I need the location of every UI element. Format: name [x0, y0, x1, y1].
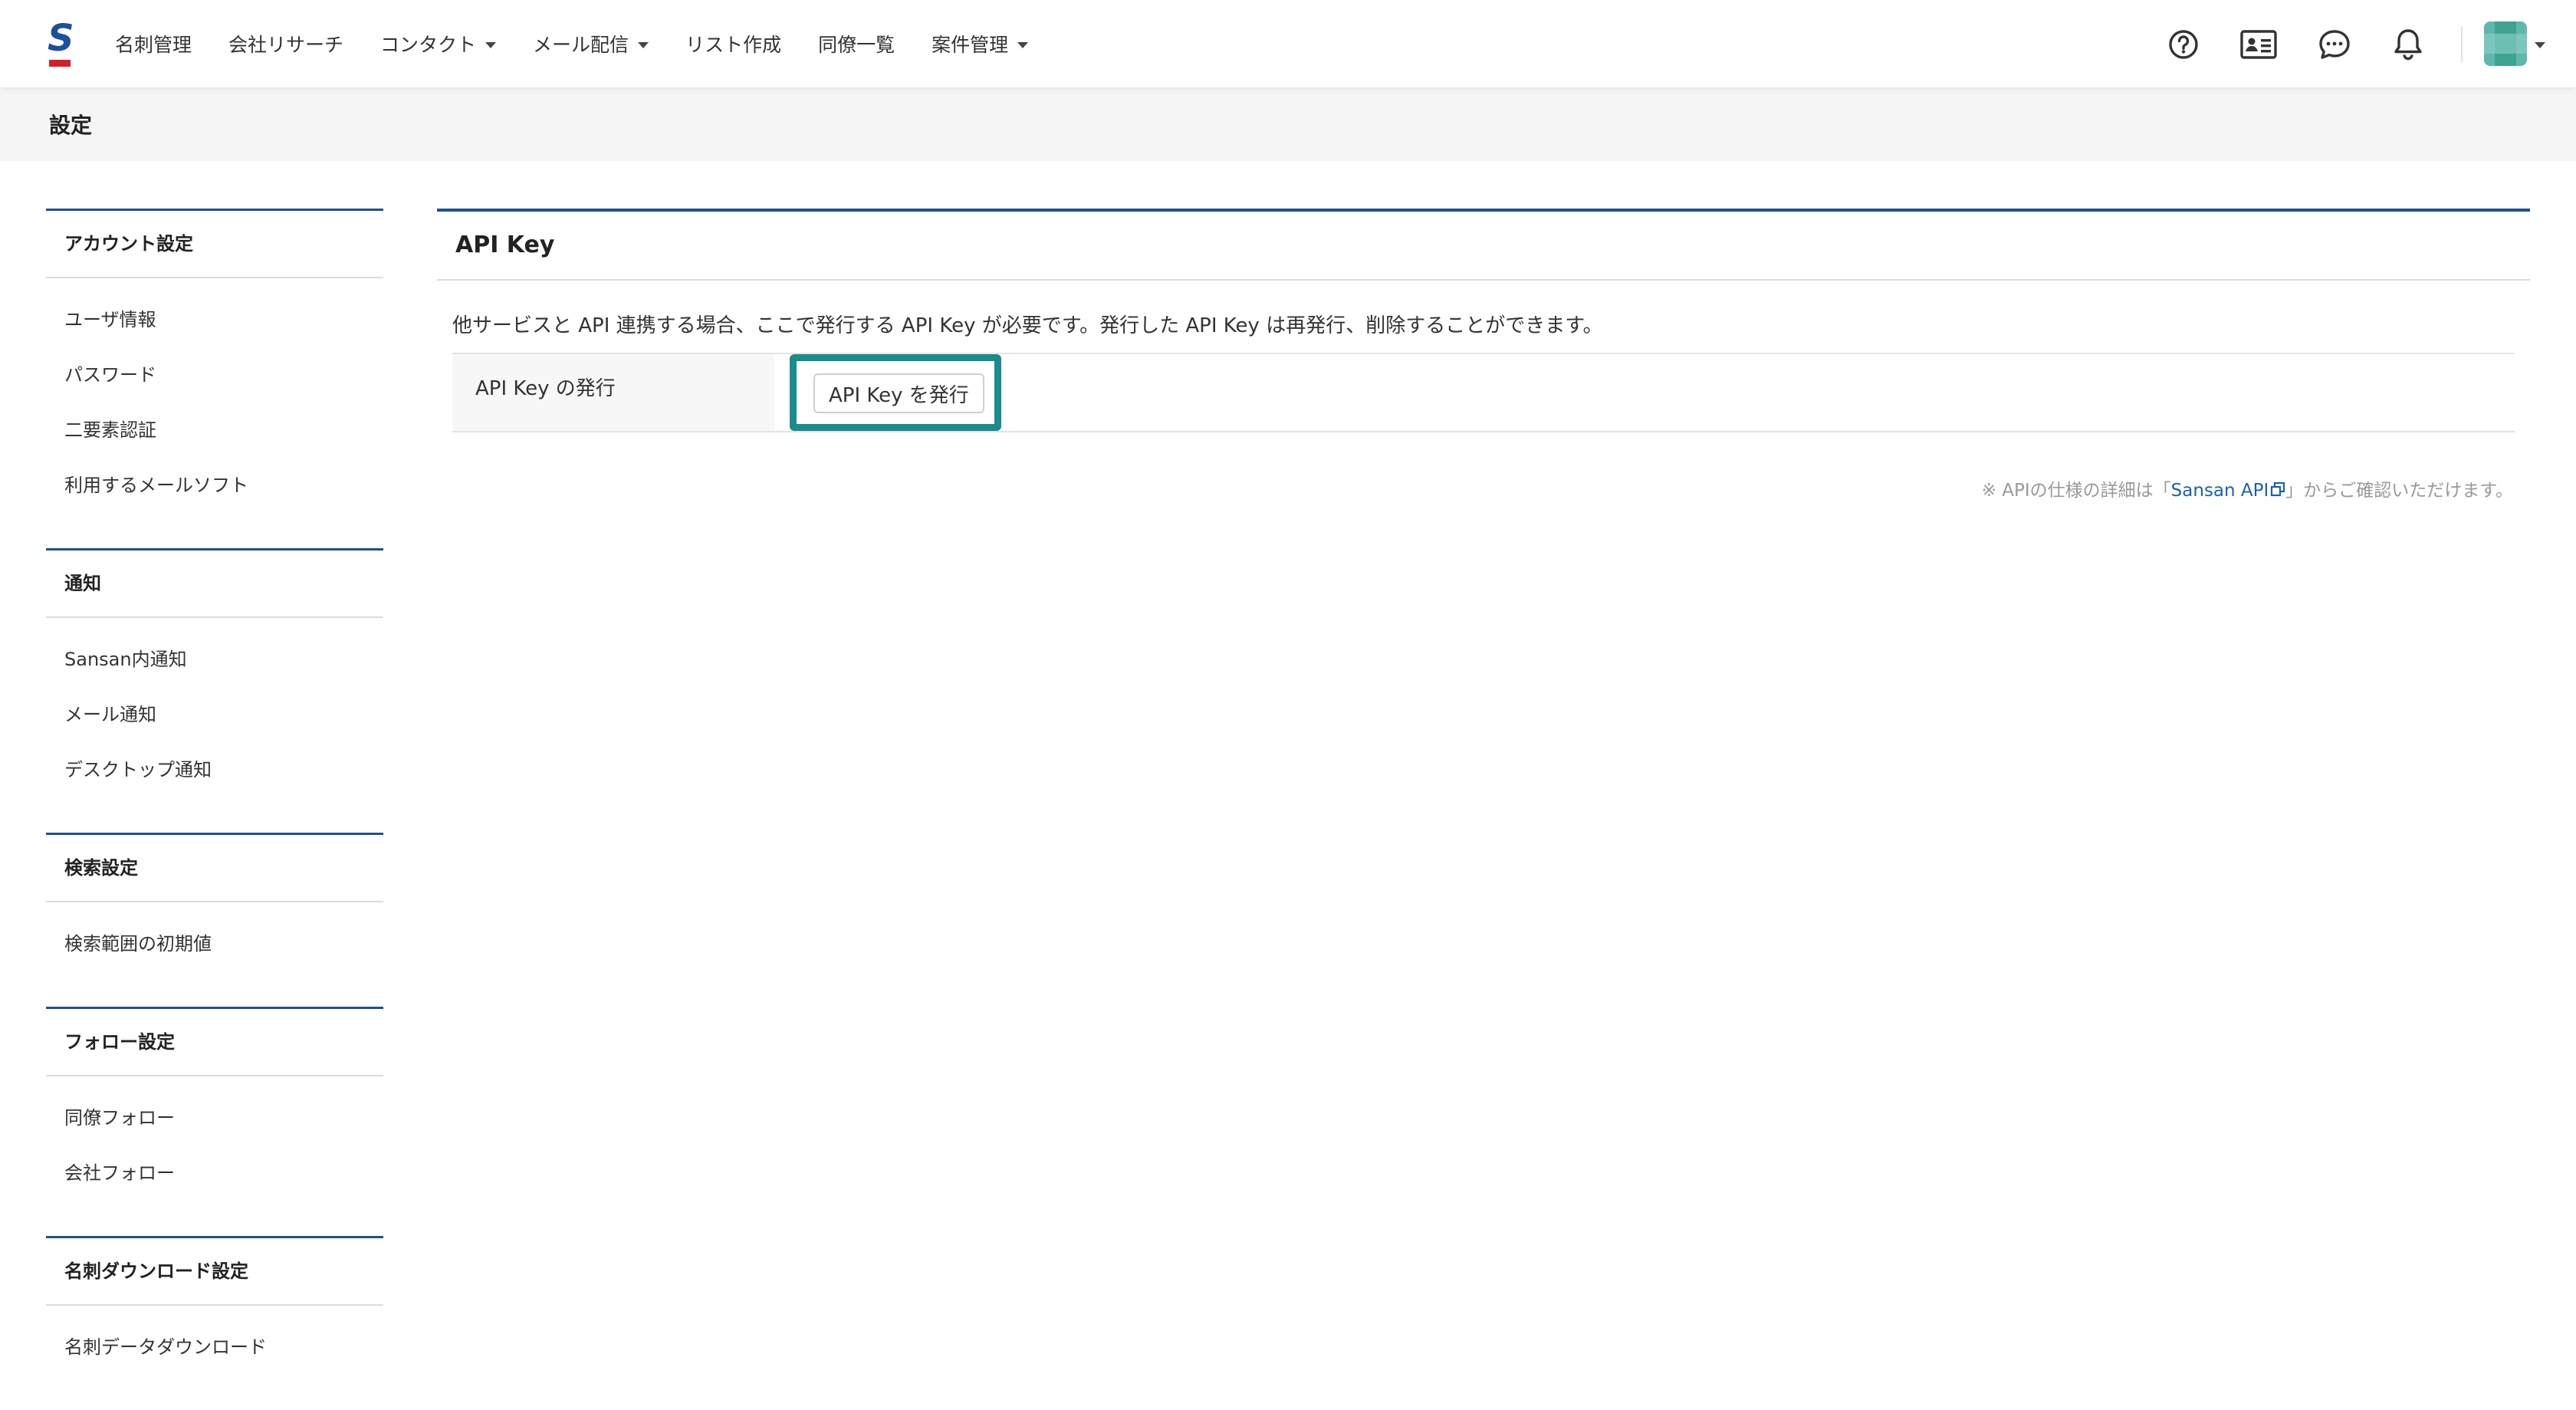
- external-link-icon: [2271, 482, 2285, 496]
- sansan-api-link-text: Sansan API: [2170, 481, 2269, 501]
- sidebar-item[interactable]: ユーザ情報: [46, 292, 383, 347]
- panel-title: API Key: [455, 232, 555, 258]
- help-icon[interactable]: [2162, 23, 2205, 66]
- sidebar-section-title: 検索設定: [46, 835, 383, 902]
- sidebar-item[interactable]: パスワード: [46, 347, 383, 403]
- nav-item-2[interactable]: コンタクト: [380, 30, 497, 58]
- header-divider: [2461, 26, 2463, 63]
- chevron-down-icon: [485, 41, 497, 48]
- sidebar-section-title: 名刺ダウンロード設定: [46, 1238, 383, 1306]
- global-header: S 名刺管理 会社リサーチ コンタクト メール配信 リスト作成 同僚一覧 案件管理: [0, 0, 2576, 87]
- sidebar-section: 名刺ダウンロード設定名刺データダウンロード: [46, 1236, 383, 1375]
- nav-item-label: リスト作成: [685, 34, 782, 56]
- sidebar-section-items: 検索範囲の初期値: [46, 902, 383, 971]
- nav-item-label: 名刺管理: [115, 34, 192, 56]
- sidebar-section: 通知 Sansan内通知 メール通知 デスクトップ通知: [46, 548, 383, 797]
- sansan-api-link[interactable]: Sansan API: [2171, 481, 2286, 501]
- nav-item-label: メール配信: [533, 34, 629, 56]
- sidebar-item[interactable]: 名刺データダウンロード: [46, 1320, 383, 1375]
- nav-item-label: 会社リサーチ: [228, 34, 344, 56]
- sidebar-section-title: アカウント設定: [46, 211, 383, 278]
- nav-item-label: 同僚一覧: [818, 34, 895, 56]
- sidebar-section-title: フォロー設定: [46, 1009, 383, 1076]
- sidebar-item[interactable]: 二要素認証: [46, 403, 383, 458]
- sidebar-item[interactable]: 会社フォロー: [46, 1145, 383, 1201]
- logo-red-bar: [49, 60, 71, 67]
- chevron-down-icon[interactable]: [2535, 42, 2545, 48]
- sidebar-item[interactable]: デスクトップ通知: [46, 742, 383, 797]
- chevron-down-icon: [638, 41, 649, 48]
- sidebar-item[interactable]: 同僚フォロー: [46, 1090, 383, 1145]
- api-key-panel: API Key 他サービスと API 連携する場合、ここで発行する API Ke…: [437, 209, 2530, 501]
- chat-icon[interactable]: [2313, 23, 2356, 66]
- sidebar-item[interactable]: Sansan内通知: [46, 632, 383, 687]
- nav-item-3[interactable]: メール配信: [533, 30, 649, 58]
- sidebar-item[interactable]: メール通知: [46, 687, 383, 742]
- user-avatar[interactable]: [2484, 21, 2527, 66]
- nav-item-1[interactable]: 会社リサーチ: [228, 30, 343, 58]
- nav-item-4[interactable]: リスト作成: [685, 30, 781, 58]
- nav-item-6[interactable]: 案件管理: [932, 30, 1029, 58]
- sidebar-item[interactable]: 検索範囲の初期値: [46, 916, 383, 971]
- highlight-box: API Key を発行: [790, 354, 1001, 431]
- business-card-icon[interactable]: [2237, 23, 2280, 66]
- note-suffix: 」からご確認いただけます。: [2285, 481, 2513, 501]
- api-key-row-label: API Key の発行: [452, 354, 774, 431]
- sidebar-section-items: 同僚フォロー 会社フォロー: [46, 1076, 383, 1201]
- sidebar-section-title: 通知: [46, 551, 383, 618]
- sidebar-section-items: Sansan内通知 メール通知 デスクトップ通知: [46, 618, 383, 797]
- nav-item-label: 案件管理: [932, 34, 1009, 56]
- main-nav: 名刺管理 会社リサーチ コンタクト メール配信 リスト作成 同僚一覧 案件管理: [115, 0, 1065, 87]
- sidebar-section: 検索設定検索範囲の初期値: [46, 833, 383, 971]
- nav-item-label: コンタクト: [380, 34, 477, 56]
- page-title: 設定: [49, 113, 93, 138]
- sidebar-item[interactable]: 利用するメールソフト: [46, 458, 383, 513]
- sidebar-section: アカウント設定 ユーザ情報 パスワード 二要素認証 利用するメールソフト: [46, 209, 383, 513]
- sansan-logo[interactable]: S: [48, 18, 74, 67]
- sidebar-section-items: 名刺データダウンロード: [46, 1306, 383, 1375]
- sidebar-section: フォロー設定 同僚フォロー 会社フォロー: [46, 1007, 383, 1201]
- nav-item-0[interactable]: 名刺管理: [115, 30, 192, 58]
- nav-item-5[interactable]: 同僚一覧: [818, 30, 895, 58]
- api-spec-note: ※ APIの仕様の詳細は「Sansan API 」からご確認いただけます。: [1982, 475, 2513, 501]
- page-title-bar: 設定: [0, 87, 2576, 161]
- api-key-row: API Key の発行 API Key を発行: [452, 353, 2515, 432]
- issue-api-key-button[interactable]: API Key を発行: [813, 373, 984, 413]
- note-prefix: ※ APIの仕様の詳細は「: [1981, 481, 2171, 501]
- logo-letter: S: [48, 17, 74, 60]
- api-description: 他サービスと API 連携する場合、ここで発行する API Key が必要です。…: [452, 314, 1603, 337]
- sidebar-section-items: ユーザ情報 パスワード 二要素認証 利用するメールソフト: [46, 278, 383, 513]
- settings-sidebar: アカウント設定 ユーザ情報 パスワード 二要素認証 利用するメールソフト 通知 Sansan…: [46, 209, 383, 1410]
- chevron-down-icon: [1017, 41, 1029, 48]
- panel-header: API Key: [437, 209, 2530, 281]
- bell-icon[interactable]: [2387, 23, 2430, 66]
